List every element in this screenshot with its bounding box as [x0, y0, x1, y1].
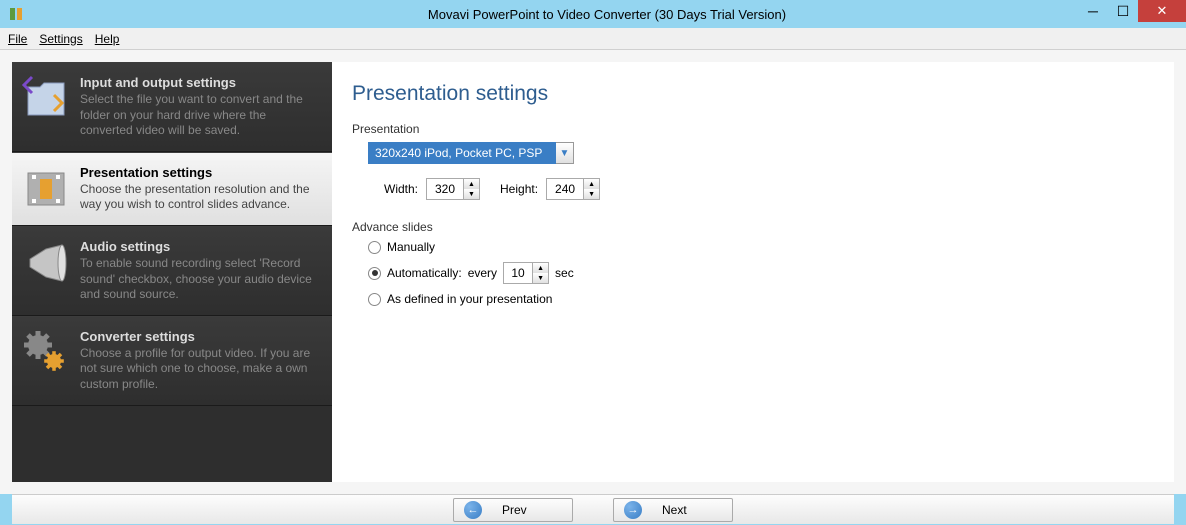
- prev-button[interactable]: ← Prev: [453, 498, 573, 522]
- preset-value: 320x240 iPod, Pocket PC, PSP: [368, 142, 556, 164]
- arrow-right-icon: →: [624, 501, 642, 519]
- sidebar-text: Audio settings To enable sound recording…: [80, 239, 322, 303]
- radio-label: Manually: [387, 240, 435, 254]
- page-title: Presentation settings: [352, 82, 1154, 106]
- spinner-down-icon[interactable]: ▼: [464, 189, 479, 199]
- folder-icon: [22, 75, 70, 123]
- sidebar-desc: Select the file you want to convert and …: [80, 92, 322, 139]
- advance-radio-group: Manually Automatically: every ▲ ▼ sec: [368, 240, 1154, 306]
- width-input[interactable]: [426, 178, 464, 200]
- presentation-label: Presentation: [352, 122, 1154, 136]
- auto-interval: every ▲ ▼ sec: [468, 262, 574, 284]
- prev-label: Prev: [502, 503, 527, 517]
- advance-label: Advance slides: [352, 220, 1154, 234]
- main-area: Input and output settings Select the fil…: [0, 50, 1186, 494]
- sidebar-item-input-output[interactable]: Input and output settings Select the fil…: [12, 62, 332, 152]
- next-button[interactable]: → Next: [613, 498, 733, 522]
- megaphone-icon: [22, 239, 70, 287]
- window-title: Movavi PowerPoint to Video Converter (30…: [32, 7, 1182, 22]
- radio-row-manually[interactable]: Manually: [368, 240, 1154, 254]
- radio-defined[interactable]: [368, 293, 381, 306]
- sidebar-desc: Choose a profile for output video. If yo…: [80, 346, 322, 393]
- app-icon: [8, 6, 24, 22]
- dimensions-row: Width: ▲ ▼ Height: ▲ ▼: [384, 178, 1154, 200]
- sidebar-text: Input and output settings Select the fil…: [80, 75, 322, 139]
- sidebar-desc: To enable sound recording select 'Record…: [80, 256, 322, 303]
- maximize-button[interactable]: ☐: [1108, 0, 1138, 22]
- next-label: Next: [662, 503, 687, 517]
- menu-settings[interactable]: Settings: [39, 32, 82, 46]
- width-spinner[interactable]: ▲ ▼: [426, 178, 480, 200]
- sidebar-title: Input and output settings: [80, 75, 322, 90]
- spinner-up-icon[interactable]: ▲: [533, 263, 548, 273]
- filmstrip-icon: [22, 165, 70, 213]
- menu-file[interactable]: File: [8, 32, 27, 46]
- window-controls: ─ ☐ ✕: [1078, 0, 1186, 22]
- menubar: File Settings Help: [0, 28, 1186, 50]
- height-input[interactable]: [546, 178, 584, 200]
- arrow-left-icon: ←: [464, 501, 482, 519]
- height-spinner[interactable]: ▲ ▼: [546, 178, 600, 200]
- seconds-spinner[interactable]: ▲ ▼: [503, 262, 549, 284]
- radio-manually[interactable]: [368, 241, 381, 254]
- seconds-input[interactable]: [503, 262, 533, 284]
- sidebar-item-presentation[interactable]: Presentation settings Choose the present…: [12, 152, 332, 226]
- footer: ← Prev → Next: [12, 494, 1174, 524]
- close-button[interactable]: ✕: [1138, 0, 1186, 22]
- sidebar-title: Audio settings: [80, 239, 322, 254]
- sidebar-text: Presentation settings Choose the present…: [80, 165, 322, 213]
- sidebar-text: Converter settings Choose a profile for …: [80, 329, 322, 393]
- sidebar-item-audio[interactable]: Audio settings To enable sound recording…: [12, 226, 332, 316]
- minimize-button[interactable]: ─: [1078, 0, 1108, 22]
- height-label: Height:: [500, 182, 538, 196]
- radio-automatically[interactable]: [368, 267, 381, 280]
- spinner-down-icon[interactable]: ▼: [584, 189, 599, 199]
- chevron-down-icon[interactable]: ▼: [556, 142, 574, 164]
- sec-label: sec: [555, 266, 574, 280]
- radio-label: As defined in your presentation: [387, 292, 552, 306]
- gears-icon: [22, 329, 70, 377]
- spinner-up-icon[interactable]: ▲: [464, 179, 479, 189]
- menu-help[interactable]: Help: [95, 32, 120, 46]
- sidebar-title: Presentation settings: [80, 165, 322, 180]
- radio-row-automatically[interactable]: Automatically: every ▲ ▼ sec: [368, 262, 1154, 284]
- sidebar-desc: Choose the presentation resolution and t…: [80, 182, 322, 213]
- titlebar: Movavi PowerPoint to Video Converter (30…: [0, 0, 1186, 28]
- sidebar-title: Converter settings: [80, 329, 322, 344]
- spinner-buttons: ▲ ▼: [584, 178, 600, 200]
- radio-row-defined[interactable]: As defined in your presentation: [368, 292, 1154, 306]
- spinner-up-icon[interactable]: ▲: [584, 179, 599, 189]
- sidebar: Input and output settings Select the fil…: [12, 62, 332, 482]
- preset-dropdown[interactable]: 320x240 iPod, Pocket PC, PSP ▼: [368, 142, 1154, 164]
- every-label: every: [468, 266, 497, 280]
- spinner-down-icon[interactable]: ▼: [533, 273, 548, 283]
- sidebar-item-converter[interactable]: Converter settings Choose a profile for …: [12, 316, 332, 406]
- radio-label: Automatically:: [387, 266, 462, 280]
- content-panel: Presentation settings Presentation 320x2…: [332, 62, 1174, 482]
- width-label: Width:: [384, 182, 418, 196]
- spinner-buttons: ▲ ▼: [464, 178, 480, 200]
- spinner-buttons: ▲ ▼: [533, 262, 549, 284]
